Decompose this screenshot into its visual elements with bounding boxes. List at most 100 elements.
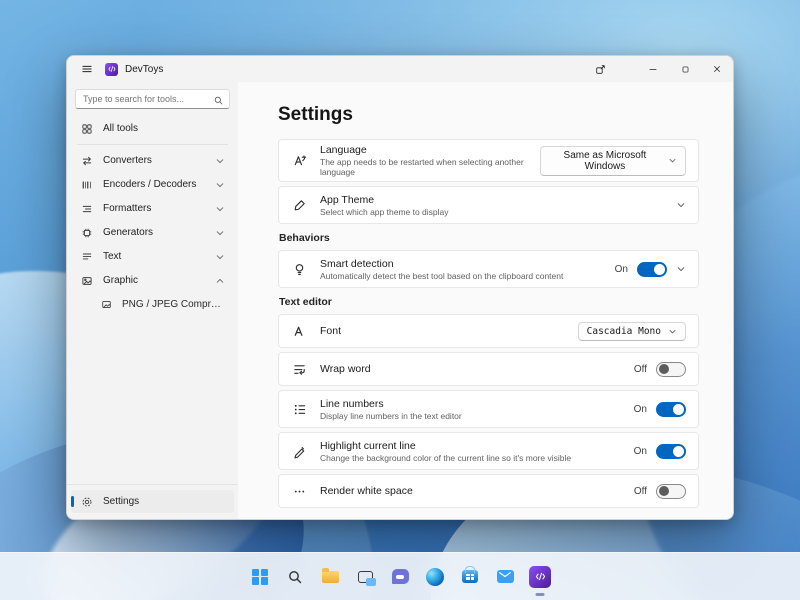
- chevron-down-icon: [215, 156, 225, 166]
- minimize-button[interactable]: [637, 56, 669, 82]
- chevron-down-icon: [215, 252, 225, 262]
- window-title: DevToys: [125, 63, 164, 75]
- line-numbers-toggle[interactable]: [656, 401, 686, 417]
- language-dropdown[interactable]: Same as Microsoft Windows: [539, 145, 686, 176]
- sidebar-item-label: Formatters: [103, 203, 152, 214]
- settings-page: Settings Language The app needs to be re…: [238, 82, 733, 519]
- sidebar-item-label: PNG / JPEG Compressor: [122, 298, 225, 310]
- render-white-space-toggle[interactable]: [656, 483, 686, 499]
- chevron-down-icon: [668, 327, 677, 336]
- sidebar-item-png-jpeg-compressor[interactable]: PNG / JPEG Compressor: [71, 293, 234, 315]
- section-behaviors: Behaviors: [279, 232, 330, 244]
- chevron-up-icon: [215, 276, 225, 286]
- titlebar[interactable]: DevToys: [67, 56, 733, 82]
- section-text-editor: Text editor: [279, 296, 332, 308]
- page-title: Settings: [278, 104, 353, 125]
- devtoys-taskbar-button[interactable]: [527, 564, 553, 596]
- highlight-current-line-toggle[interactable]: [656, 443, 686, 459]
- window-controls: [587, 56, 733, 82]
- mail-button[interactable]: [492, 564, 518, 590]
- maximize-button[interactable]: [669, 56, 701, 82]
- toggle-knob: [659, 364, 669, 374]
- font-dropdown[interactable]: Cascadia Mono: [577, 321, 686, 341]
- setting-text: Line numbers Display line numbers in the…: [320, 398, 462, 421]
- devtoys-app-icon: [529, 565, 551, 588]
- open-in-new-window-button[interactable]: [587, 56, 613, 82]
- setting-card-wrap-word: Wrap word Off: [278, 352, 699, 386]
- task-view-button[interactable]: [352, 564, 378, 590]
- sidebar-item-formatters[interactable]: Formatters: [71, 197, 234, 220]
- setting-title: Language: [320, 144, 367, 156]
- sidebar-item-text[interactable]: Text: [71, 245, 234, 268]
- sidebar-nav: All tools Converters Encoders / Decoders…: [67, 114, 238, 484]
- sidebar-item-settings[interactable]: Settings: [71, 490, 234, 513]
- sidebar-item-converters[interactable]: Converters: [71, 149, 234, 172]
- toggle-knob: [673, 445, 684, 457]
- dropdown-value: Cascadia Mono: [586, 325, 661, 337]
- store-bag-icon: [462, 566, 478, 583]
- graphic-icon: [80, 275, 94, 287]
- chevron-down-icon: [676, 200, 686, 210]
- search-box: [75, 89, 230, 109]
- taskbar: [0, 552, 800, 600]
- search-icon: [289, 570, 302, 583]
- text-icon: [80, 251, 94, 263]
- converters-icon: [80, 155, 94, 167]
- setting-subtitle: Display line numbers in the text editor: [320, 410, 462, 421]
- edge-button[interactable]: [422, 564, 448, 590]
- smart-detection-toggle[interactable]: [637, 261, 667, 277]
- sidebar-footer: Settings: [67, 484, 238, 519]
- chevron-down-icon: [215, 228, 225, 238]
- setting-title: Smart detection: [320, 257, 394, 270]
- sidebar-item-all-tools[interactable]: All tools: [71, 117, 234, 140]
- sidebar-item-label: Text: [103, 251, 122, 262]
- toggle-state-label: On: [633, 403, 647, 415]
- chevron-down-icon: [215, 204, 225, 214]
- maximize-icon: [682, 66, 688, 72]
- open-in-new-window-icon: [595, 64, 605, 74]
- sidebar-item-generators[interactable]: Generators: [71, 221, 234, 244]
- png-jpeg-compressor-icon: [99, 299, 113, 310]
- dropdown-value: Same as Microsoft Windows: [563, 149, 647, 172]
- toggle-knob: [673, 403, 684, 415]
- file-explorer-button[interactable]: [317, 564, 343, 590]
- store-button[interactable]: [457, 564, 483, 590]
- setting-card-highlight-current-line: Highlight current line Change the backgr…: [278, 432, 699, 470]
- sidebar-item-label: Graphic: [103, 275, 139, 286]
- code-brackets-icon: [108, 66, 115, 72]
- window-body: All tools Converters Encode: [67, 82, 733, 519]
- setting-text: App Theme Select which app theme to disp…: [320, 194, 449, 217]
- setting-text: Wrap word: [320, 363, 371, 375]
- start-button[interactable]: [247, 564, 273, 590]
- setting-card-app-theme[interactable]: App Theme Select which app theme to disp…: [278, 186, 699, 224]
- font-icon: [291, 323, 307, 339]
- setting-title: Font: [320, 325, 342, 337]
- setting-subtitle: Select which app theme to display: [320, 206, 449, 217]
- sidebar-item-encoders-decoders[interactable]: Encoders / Decoders: [71, 173, 234, 196]
- hamburger-icon: [82, 65, 92, 73]
- close-icon: [714, 66, 720, 72]
- setting-title: Line numbers: [320, 397, 384, 410]
- lightbulb-icon: [291, 261, 307, 277]
- wrap-word-toggle[interactable]: [656, 361, 686, 377]
- chevron-down-icon: [676, 264, 686, 274]
- sidebar-item-graphic[interactable]: Graphic: [71, 269, 234, 292]
- setting-subtitle: Change the background color of the curre…: [320, 452, 572, 463]
- chat-button[interactable]: [387, 564, 413, 590]
- search-icon: [213, 93, 224, 111]
- setting-card-font: Font Cascadia Mono: [278, 314, 699, 348]
- hamburger-menu-button[interactable]: [73, 58, 101, 80]
- close-button[interactable]: [701, 56, 733, 82]
- taskbar-icons: [247, 564, 553, 596]
- sidebar-divider: [77, 144, 228, 145]
- toggle-state-label: Off: [633, 485, 647, 497]
- setting-title: App Theme: [320, 193, 375, 206]
- taskbar-search-button[interactable]: [282, 564, 308, 590]
- gear-icon: [80, 496, 94, 508]
- setting-card-smart-detection[interactable]: Smart detection Automatically detect the…: [278, 250, 699, 288]
- search-input[interactable]: [75, 89, 230, 109]
- toggle-knob: [654, 263, 665, 275]
- task-view-icon: [357, 570, 376, 586]
- setting-subtitle: The app needs to be restarted when selec…: [320, 157, 524, 177]
- sidebar-item-label: Generators: [103, 227, 154, 238]
